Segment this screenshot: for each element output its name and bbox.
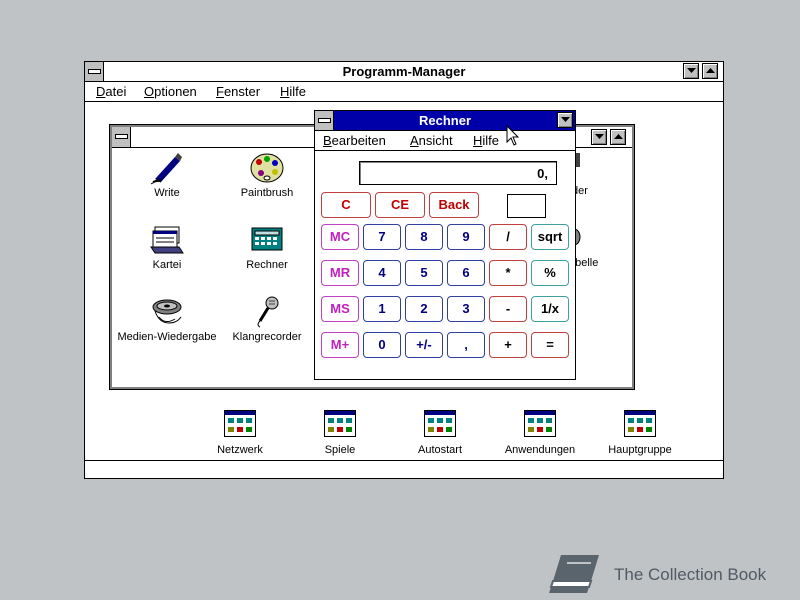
menu-optionen[interactable]: Optionen [144,84,197,99]
group-icon-hauptgruppe[interactable]: Hauptgruppe [585,408,695,456]
menu-ansicht[interactable]: Ansicht [410,133,453,148]
system-menu-box[interactable] [85,62,104,81]
calculator-minimize-button[interactable] [557,112,573,128]
mouse-cursor-icon [506,124,520,147]
calculator-display: 0, [359,161,557,185]
key-1[interactable]: 1 [363,296,401,322]
group-label: Hauptgruppe [608,444,672,456]
program-group-icon [522,408,558,442]
key-mr[interactable]: MR [321,260,359,286]
calculator-body: 0, C CE Back MC 7 8 9 / sqrt MR 4 5 6 * … [315,151,575,379]
program-group-icon [422,408,458,442]
key-ms[interactable]: MS [321,296,359,322]
key-4[interactable]: 4 [363,260,401,286]
icon-write[interactable]: Write [112,151,222,199]
group-label: Autostart [417,444,463,456]
minimize-button[interactable] [683,63,699,79]
group-icon-spiele[interactable]: Spiele [285,408,395,456]
write-pen-icon [149,151,185,185]
key-clear-entry[interactable]: CE [375,192,425,218]
group-minimize-button[interactable] [591,129,607,145]
key-percent[interactable]: % [531,260,569,286]
menu-hilfe[interactable]: Hilfe [280,84,306,99]
program-manager-titlebar[interactable]: Programm-Manager [85,62,723,82]
calculator-menubar: Bearbeiten Ansicht Hilfe [315,131,575,151]
key-multiply[interactable]: * [489,260,527,286]
program-manager-menubar: Datei Optionen Fenster Hilfe [85,82,723,102]
icon-label: Kartei [152,259,182,271]
calculator-system-menu-box[interactable] [315,111,334,130]
key-sqrt[interactable]: sqrt [531,224,569,250]
icon-label: Write [154,187,180,199]
icon-label: Klangrecorder [232,331,302,343]
maximize-button[interactable] [702,63,718,79]
key-sign[interactable]: +/- [405,332,443,358]
key-8[interactable]: 8 [405,224,443,250]
media-player-reel-icon [149,295,185,329]
key-clear[interactable]: C [321,192,371,218]
icon-label: Medien-Wiedergabe [117,331,217,343]
program-group-icon [222,408,258,442]
group-icon-autostart[interactable]: Autostart [385,408,495,456]
key-divide[interactable]: / [489,224,527,250]
group-label: Netzwerk [217,444,263,456]
group-system-menu-box[interactable] [112,127,131,147]
key-subtract[interactable]: - [489,296,527,322]
program-group-icon [322,408,358,442]
bottom-divider [85,460,723,461]
group-label: Spiele [324,444,356,456]
icon-medien-wiedergabe[interactable]: Medien-Wiedergabe [112,295,222,343]
card-file-icon [149,223,185,257]
icon-label: Rechner [246,259,288,271]
key-3[interactable]: 3 [447,296,485,322]
watermark: The Collection Book [547,551,792,597]
key-7[interactable]: 7 [363,224,401,250]
icon-label: Paintbrush [240,187,294,199]
memory-indicator [507,194,546,218]
icon-paintbrush[interactable]: Paintbrush [212,151,322,199]
calculator-title: Rechner [418,113,472,128]
watermark-text: The Collection Book [614,565,767,584]
group-maximize-button[interactable] [610,129,626,145]
calculator-window: Rechner Bearbeiten Ansicht Hilfe 0, C CE… [314,110,576,380]
menu-datei[interactable]: Datei [96,84,126,99]
calculator-icon [249,223,285,257]
group-label: Anwendungen [504,444,576,456]
icon-klangrecorder[interactable]: Klangrecorder [212,295,322,343]
key-9[interactable]: 9 [447,224,485,250]
icon-kartei[interactable]: Kartei [112,223,222,271]
book-icon [549,555,599,593]
key-0[interactable]: 0 [363,332,401,358]
program-manager-title: Programm-Manager [342,64,466,79]
menu-bearbeiten[interactable]: Bearbeiten [323,133,386,148]
key-mc[interactable]: MC [321,224,359,250]
menu-fenster[interactable]: Fenster [216,84,260,99]
menu-hilfe-calc[interactable]: Hilfe [473,133,499,148]
key-equals[interactable]: = [531,332,569,358]
paint-palette-icon [249,151,285,185]
key-m-plus[interactable]: M+ [321,332,359,358]
key-6[interactable]: 6 [447,260,485,286]
key-backspace[interactable]: Back [429,192,479,218]
microphone-icon [249,295,285,329]
key-reciprocal[interactable]: 1/x [531,296,569,322]
key-2[interactable]: 2 [405,296,443,322]
calculator-titlebar[interactable]: Rechner [315,111,575,131]
program-group-icon [622,408,658,442]
key-add[interactable]: + [489,332,527,358]
group-icon-anwendungen[interactable]: Anwendungen [485,408,595,456]
key-5[interactable]: 5 [405,260,443,286]
icon-rechner[interactable]: Rechner [212,223,322,271]
key-decimal[interactable]: , [447,332,485,358]
group-icon-netzwerk[interactable]: Netzwerk [185,408,295,456]
